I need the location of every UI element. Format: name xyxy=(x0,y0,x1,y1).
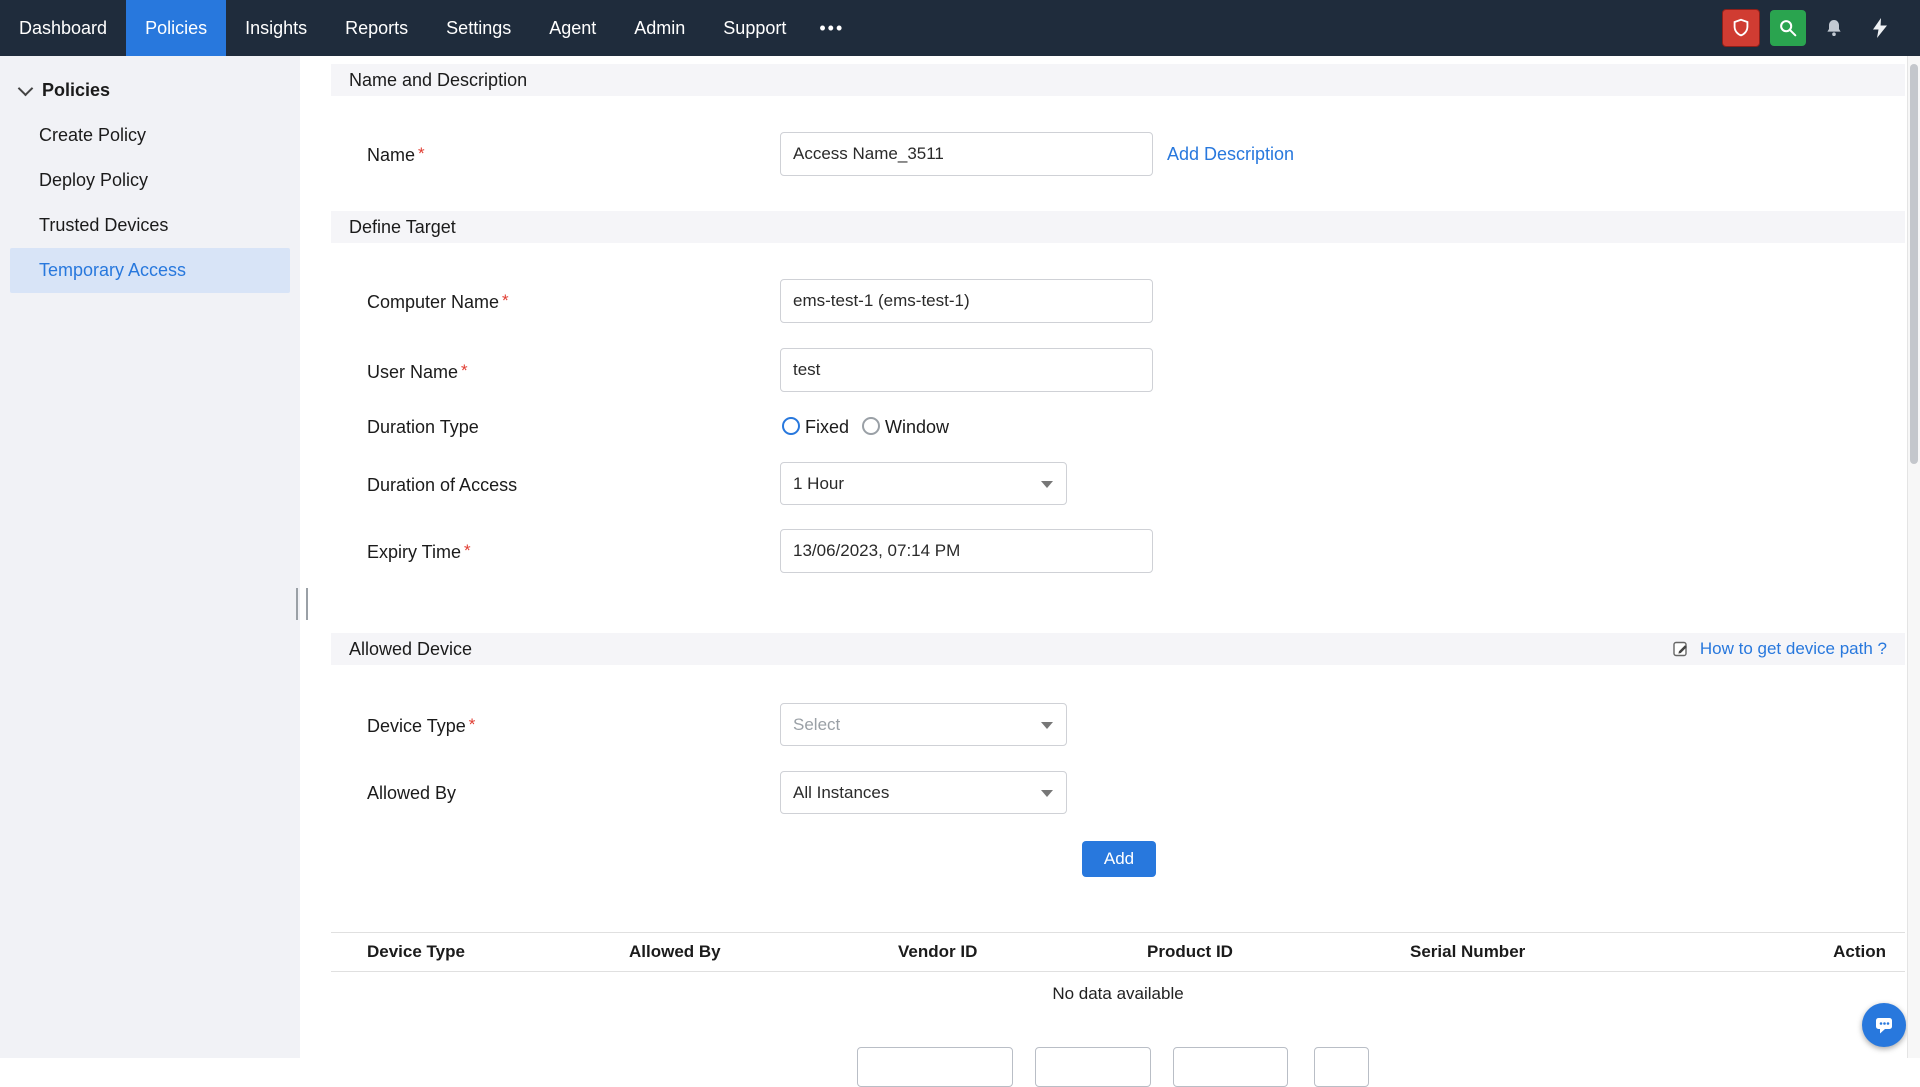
column-vendor-id: Vendor ID xyxy=(898,942,977,962)
vertical-scrollbar-thumb[interactable] xyxy=(1910,64,1918,464)
column-product-id: Product ID xyxy=(1147,942,1233,962)
nav-settings[interactable]: Settings xyxy=(427,0,530,56)
chat-bubble-icon xyxy=(1872,1013,1896,1037)
expiry-time-label-text: Expiry Time xyxy=(367,542,461,562)
expiry-time-label: Expiry Time* xyxy=(367,541,471,563)
name-label: Name* xyxy=(367,144,425,166)
required-asterisk: * xyxy=(464,541,471,560)
duration-type-label: Duration Type xyxy=(367,416,479,438)
duration-of-access-label: Duration of Access xyxy=(367,474,517,496)
bottom-action-button-2[interactable] xyxy=(1035,1047,1151,1087)
main-content: Name and Description Name* Add Descripti… xyxy=(300,56,1908,1058)
duration-of-access-value: 1 Hour xyxy=(793,474,844,494)
computer-name-label: Computer Name* xyxy=(367,291,509,313)
allowed-by-label: Allowed By xyxy=(367,782,456,804)
bottom-action-button-3[interactable] xyxy=(1173,1047,1288,1087)
notifications-bell-icon[interactable] xyxy=(1816,10,1852,46)
section-title: Define Target xyxy=(349,217,456,238)
column-serial-number: Serial Number xyxy=(1410,942,1525,962)
nav-reports[interactable]: Reports xyxy=(326,0,427,56)
user-name-label: User Name* xyxy=(367,361,468,383)
sidebar-item-temporary-access[interactable]: Temporary Access xyxy=(10,248,290,293)
required-asterisk: * xyxy=(461,361,468,380)
bottom-action-button-1[interactable] xyxy=(857,1047,1013,1087)
chevron-down-icon xyxy=(1041,481,1053,488)
nav-policies[interactable]: Policies xyxy=(126,0,226,56)
top-navigation-bar: Dashboard Policies Insights Reports Sett… xyxy=(0,0,1920,56)
nav-menu: Dashboard Policies Insights Reports Sett… xyxy=(0,0,858,56)
section-name-description: Name and Description xyxy=(331,64,1905,96)
quick-actions-flash-icon[interactable] xyxy=(1862,10,1898,46)
sidebar-item-create-policy[interactable]: Create Policy xyxy=(0,113,300,158)
security-shield-icon[interactable] xyxy=(1722,9,1760,47)
table-empty-message: No data available xyxy=(331,984,1905,1004)
device-table-header: Device Type Allowed By Vendor ID Product… xyxy=(331,932,1905,972)
nav-insights[interactable]: Insights xyxy=(226,0,326,56)
radio-fixed-label[interactable]: Fixed xyxy=(805,416,849,438)
nav-agent[interactable]: Agent xyxy=(530,0,615,56)
expiry-time-input[interactable] xyxy=(780,529,1153,573)
how-to-get-device-path-link[interactable]: How to get device path ? xyxy=(1700,639,1887,659)
user-name-input[interactable] xyxy=(780,348,1153,392)
computer-name-label-text: Computer Name xyxy=(367,292,499,312)
required-asterisk: * xyxy=(418,144,425,163)
chevron-down-icon xyxy=(1041,790,1053,797)
section-allowed-device: Allowed Device How to get device path ? xyxy=(331,633,1905,665)
device-type-label: Device Type* xyxy=(367,715,475,737)
panel-resize-handle[interactable] xyxy=(296,588,308,620)
section-title: Name and Description xyxy=(349,70,527,91)
allowed-by-label-text: Allowed By xyxy=(367,783,456,803)
magnifier-glyph xyxy=(1777,17,1799,39)
duration-of-access-label-text: Duration of Access xyxy=(367,475,517,495)
nav-more-ellipsis[interactable]: ••• xyxy=(805,0,858,56)
user-name-label-text: User Name xyxy=(367,362,458,382)
chat-widget-button[interactable] xyxy=(1862,1003,1906,1047)
allowed-by-select[interactable]: All Instances xyxy=(780,771,1067,814)
duration-type-label-text: Duration Type xyxy=(367,417,479,437)
required-asterisk: * xyxy=(469,715,476,734)
sidebar-policies-header[interactable]: Policies xyxy=(0,56,300,113)
sidebar-header-label: Policies xyxy=(42,80,110,101)
bell-glyph xyxy=(1822,16,1846,40)
chevron-down-icon xyxy=(18,80,34,96)
search-icon[interactable] xyxy=(1770,10,1806,46)
required-asterisk: * xyxy=(502,291,509,310)
flash-glyph xyxy=(1868,16,1892,40)
device-path-help: How to get device path ? xyxy=(1671,639,1887,659)
section-title: Allowed Device xyxy=(349,639,472,660)
sidebar-item-deploy-policy[interactable]: Deploy Policy xyxy=(0,158,300,203)
nav-icon-group xyxy=(1722,0,1920,56)
nav-admin[interactable]: Admin xyxy=(615,0,704,56)
allowed-by-value: All Instances xyxy=(793,783,889,803)
nav-support[interactable]: Support xyxy=(704,0,805,56)
column-allowed-by: Allowed By xyxy=(629,942,721,962)
device-type-placeholder: Select xyxy=(793,715,840,735)
radio-fixed[interactable] xyxy=(782,417,800,435)
name-label-text: Name xyxy=(367,145,415,165)
column-action: Action xyxy=(1833,942,1886,962)
sidebar-item-trusted-devices[interactable]: Trusted Devices xyxy=(0,203,300,248)
chevron-down-icon xyxy=(1041,722,1053,729)
column-device-type: Device Type xyxy=(367,942,465,962)
bottom-action-button-4[interactable] xyxy=(1314,1047,1369,1087)
add-description-link[interactable]: Add Description xyxy=(1167,144,1294,165)
section-define-target: Define Target xyxy=(331,211,1905,243)
radio-window-label[interactable]: Window xyxy=(885,416,949,438)
device-type-select[interactable]: Select xyxy=(780,703,1067,746)
radio-window[interactable] xyxy=(862,417,880,435)
computer-name-input[interactable] xyxy=(780,279,1153,323)
vertical-scrollbar-track[interactable] xyxy=(1907,56,1920,1058)
add-device-button[interactable]: Add xyxy=(1082,841,1156,877)
device-type-label-text: Device Type xyxy=(367,716,466,736)
left-sidebar: Policies Create Policy Deploy Policy Tru… xyxy=(0,56,300,1058)
duration-of-access-select[interactable]: 1 Hour xyxy=(780,462,1067,505)
nav-dashboard[interactable]: Dashboard xyxy=(0,0,126,56)
name-input[interactable] xyxy=(780,132,1153,176)
shield-glyph xyxy=(1730,17,1752,39)
device-path-help-icon xyxy=(1671,639,1691,659)
